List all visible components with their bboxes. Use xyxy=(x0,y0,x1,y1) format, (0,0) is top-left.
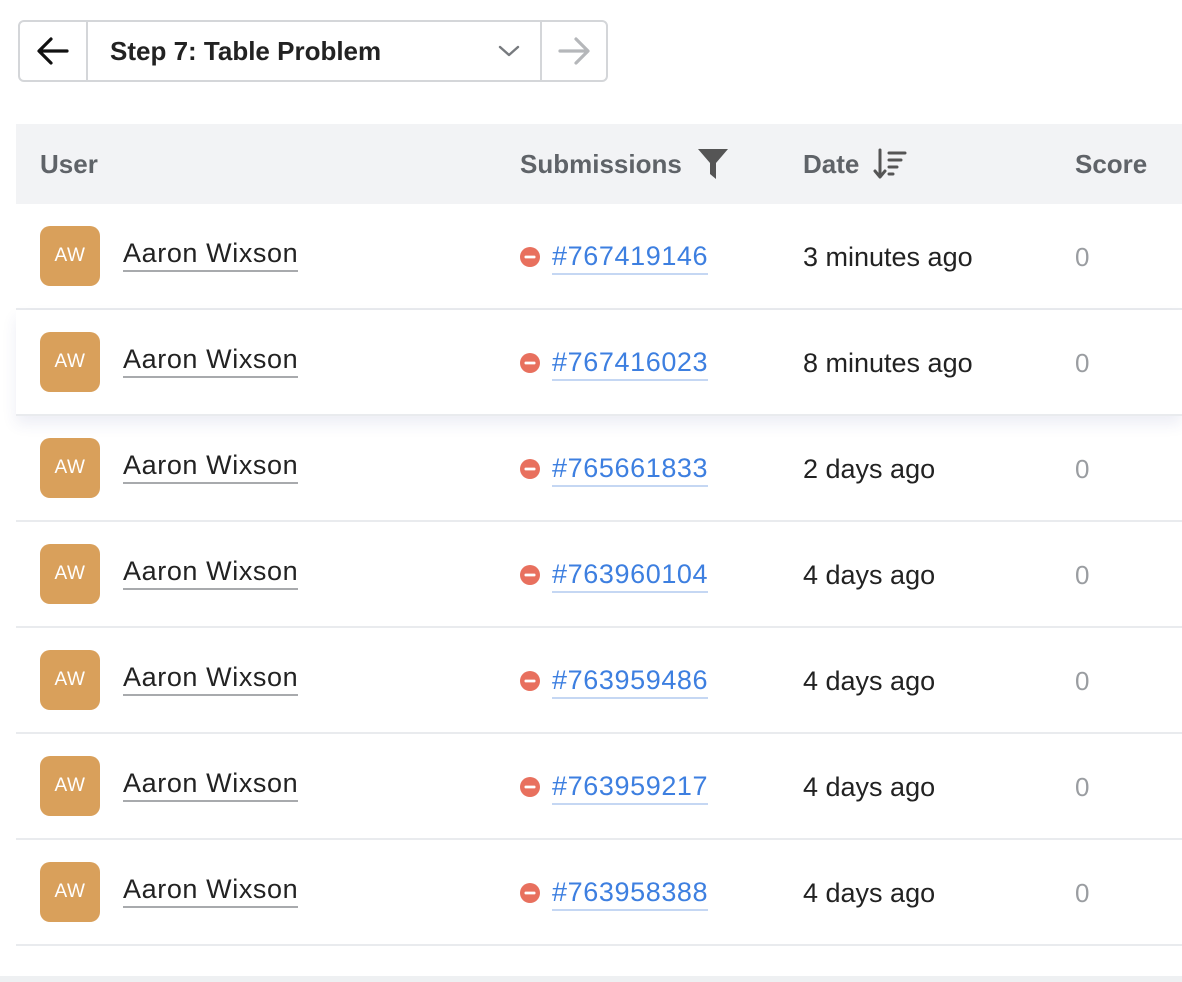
user-link[interactable]: Aaron Wixson xyxy=(123,236,299,272)
submission-score: 0 xyxy=(1075,878,1090,908)
chevron-down-icon xyxy=(498,45,520,57)
minus-circle-icon xyxy=(520,565,540,585)
table-row: AW Aaron Wixson #763959217 4 days ago 0 xyxy=(16,734,1182,840)
user-link[interactable]: Aaron Wixson xyxy=(123,448,299,484)
previous-step-button[interactable] xyxy=(20,22,88,80)
submission-score: 0 xyxy=(1075,242,1090,272)
submission-score: 0 xyxy=(1075,454,1090,484)
avatar: AW xyxy=(40,438,100,498)
avatar: AW xyxy=(40,756,100,816)
table-row: AW Aaron Wixson #767416023 8 minutes ago… xyxy=(16,310,1182,416)
submissions-table: User Submissions Date Score AW Aaron Wix… xyxy=(16,124,1182,946)
submission-link[interactable]: #763958388 xyxy=(552,875,709,911)
column-header-date[interactable]: Date xyxy=(803,124,907,204)
step-select-dropdown[interactable]: Step 7: Table Problem xyxy=(88,22,540,80)
arrow-left-icon xyxy=(37,37,69,65)
user-link[interactable]: Aaron Wixson xyxy=(123,342,299,378)
user-link[interactable]: Aaron Wixson xyxy=(123,554,299,590)
next-step-button[interactable] xyxy=(540,22,606,80)
submission-date: 2 days ago xyxy=(803,454,936,484)
submission-date: 4 days ago xyxy=(803,878,936,908)
submission-date: 4 days ago xyxy=(803,560,936,590)
user-link[interactable]: Aaron Wixson xyxy=(123,872,299,908)
minus-circle-icon xyxy=(520,883,540,903)
sort-descending-icon[interactable] xyxy=(873,148,907,180)
page-bottom-divider xyxy=(0,976,1182,982)
avatar: AW xyxy=(40,862,100,922)
submission-link[interactable]: #767419146 xyxy=(552,239,709,275)
avatar: AW xyxy=(40,650,100,710)
submission-date: 4 days ago xyxy=(803,772,936,802)
submission-link[interactable]: #763959486 xyxy=(552,663,709,699)
avatar: AW xyxy=(40,544,100,604)
arrow-right-icon xyxy=(558,37,590,65)
table-row: AW Aaron Wixson #765661833 2 days ago 0 xyxy=(16,416,1182,522)
avatar: AW xyxy=(40,332,100,392)
user-link[interactable]: Aaron Wixson xyxy=(123,660,299,696)
step-title: Step 7: Table Problem xyxy=(110,35,382,66)
table-row: AW Aaron Wixson #763958388 4 days ago 0 xyxy=(16,840,1182,946)
submission-date: 3 minutes ago xyxy=(803,242,973,272)
filter-icon[interactable] xyxy=(696,147,730,181)
step-navigator: Step 7: Table Problem xyxy=(18,20,608,82)
table-row: AW Aaron Wixson #763959486 4 days ago 0 xyxy=(16,628,1182,734)
submission-score: 0 xyxy=(1075,666,1090,696)
submission-score: 0 xyxy=(1075,560,1090,590)
submission-link[interactable]: #765661833 xyxy=(552,451,709,487)
submission-link[interactable]: #767416023 xyxy=(552,345,709,381)
minus-circle-icon xyxy=(520,459,540,479)
submission-date: 8 minutes ago xyxy=(803,348,973,378)
submission-score: 0 xyxy=(1075,348,1090,378)
column-header-submissions[interactable]: Submissions xyxy=(520,124,730,204)
table-row: AW Aaron Wixson #763960104 4 days ago 0 xyxy=(16,522,1182,628)
minus-circle-icon xyxy=(520,247,540,267)
avatar: AW xyxy=(40,226,100,286)
user-link[interactable]: Aaron Wixson xyxy=(123,766,299,802)
column-header-score: Score xyxy=(1075,148,1148,179)
submission-link[interactable]: #763960104 xyxy=(552,557,709,593)
minus-circle-icon xyxy=(520,353,540,373)
minus-circle-icon xyxy=(520,671,540,691)
table-header: User Submissions Date Score xyxy=(16,124,1182,204)
table-row: AW Aaron Wixson #767419146 3 minutes ago… xyxy=(16,204,1182,310)
minus-circle-icon xyxy=(520,777,540,797)
submission-score: 0 xyxy=(1075,772,1090,802)
submission-link[interactable]: #763959217 xyxy=(552,769,709,805)
column-header-user: User xyxy=(40,148,98,179)
submission-date: 4 days ago xyxy=(803,666,936,696)
